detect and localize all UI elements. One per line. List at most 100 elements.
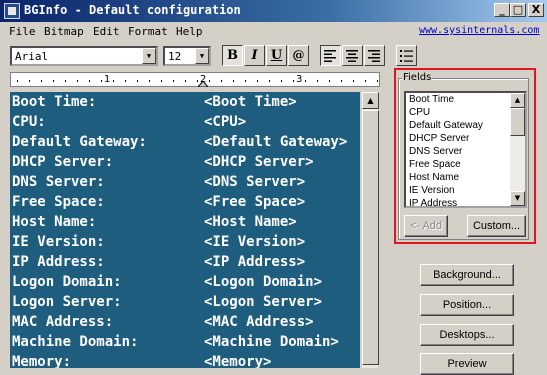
ruler-tick <box>233 80 234 82</box>
scroll-up-arrow-icon[interactable]: ▲ <box>510 93 525 108</box>
fields-list-item[interactable]: DHCP Server <box>409 133 469 146</box>
editor-scrollbar[interactable]: ▲ <box>361 92 379 368</box>
info-field-token: <Default Gateway> <box>204 134 348 150</box>
ruler-tick <box>353 80 354 82</box>
align-left-button[interactable] <box>320 45 341 66</box>
bullet-list-icon <box>400 50 413 62</box>
underline-button[interactable]: U <box>266 45 287 66</box>
ruler-tick <box>161 80 162 82</box>
ruler-tick <box>101 80 102 82</box>
info-label: Default Gateway: <box>12 134 147 150</box>
bold-button[interactable]: B <box>222 45 243 66</box>
ruler-tick <box>365 80 366 82</box>
preview-button[interactable]: Preview <box>420 353 514 375</box>
ruler-tick <box>281 80 282 82</box>
italic-button[interactable]: I <box>244 45 265 66</box>
info-label: IP Address: <box>12 254 105 270</box>
ruler-tick <box>77 80 78 82</box>
ruler-tick <box>341 80 342 82</box>
info-field-token: <DHCP Server> <box>204 154 314 170</box>
info-field-token: <Machine Domain> <box>204 334 339 350</box>
title-bar[interactable]: BGInfo - Default configuration _ □ X <box>0 0 547 22</box>
background-button[interactable]: Background... <box>420 264 514 286</box>
font-size-combo[interactable]: 12 ▼ <box>163 46 211 66</box>
add-field-button[interactable]: <- Add <box>404 215 448 237</box>
maximize-button[interactable]: □ <box>510 3 526 17</box>
fields-list-item[interactable]: Default Gateway <box>409 120 483 133</box>
info-field-token: <IP Address> <box>204 254 306 270</box>
info-field-token: <IE Version> <box>204 234 306 250</box>
menu-file[interactable]: File <box>9 25 36 38</box>
ruler-tick <box>209 80 210 82</box>
sysinternals-link[interactable]: www.sysinternals.com <box>419 25 539 36</box>
ruler-tick <box>41 80 42 82</box>
menu-edit[interactable]: Edit <box>93 25 120 38</box>
info-field-token: <Logon Server> <box>204 294 323 310</box>
window-title: BGInfo - Default configuration <box>24 3 241 17</box>
info-editor[interactable]: Boot Time: <Boot Time> CPU: <CPU> Default Ga… <box>10 92 360 368</box>
menu-help[interactable]: Help <box>176 25 203 38</box>
ruler-tick <box>197 80 198 82</box>
custom-field-button[interactable]: Custom... <box>467 215 526 237</box>
bginfo-window: BGInfo - Default configuration _ □ X Fil… <box>0 0 547 375</box>
close-button[interactable]: X <box>528 3 544 17</box>
fields-scrollbar[interactable]: ▲ ▼ <box>510 93 525 206</box>
info-label: Free Space: <box>12 194 105 210</box>
ruler-tick <box>305 80 306 82</box>
tab-stop-icon[interactable] <box>198 81 208 87</box>
info-label: CPU: <box>12 114 46 130</box>
ruler-mark: 1 <box>104 74 111 85</box>
menu-bitmap[interactable]: Bitmap <box>44 25 84 38</box>
fields-list-item[interactable]: DNS Server <box>409 146 462 159</box>
fields-list[interactable]: Boot Time CPU Default Gateway DHCP Server DN… <box>404 91 527 208</box>
position-button[interactable]: Position... <box>420 294 514 316</box>
bullet-list-button[interactable] <box>396 45 417 66</box>
info-field-token: <Boot Time> <box>204 94 297 110</box>
scroll-down-arrow-icon[interactable]: ▼ <box>510 191 525 206</box>
font-color-button[interactable]: @ <box>288 45 309 66</box>
font-name-value: Arial <box>15 50 49 63</box>
align-center-button[interactable] <box>342 45 363 66</box>
ruler-tick <box>329 80 330 82</box>
fields-list-item[interactable]: Boot Time <box>409 94 454 107</box>
fields-list-item[interactable]: IP Address <box>409 198 457 206</box>
info-field-token: <CPU> <box>204 114 247 130</box>
info-label: Host Name: <box>12 214 97 230</box>
fields-scroll-thumb[interactable] <box>510 108 525 136</box>
info-label: Boot Time: <box>12 94 97 110</box>
ruler-tick <box>89 80 90 82</box>
align-left-icon <box>324 50 336 62</box>
ruler-tick <box>293 80 294 82</box>
info-label: DHCP Server: <box>12 154 114 170</box>
info-label: IE Version: <box>12 234 105 250</box>
ruler-tick <box>173 80 174 82</box>
app-icon <box>4 3 20 19</box>
scroll-thumb[interactable] <box>362 110 379 365</box>
ruler-tick <box>245 80 246 82</box>
font-size-value: 12 <box>168 50 182 63</box>
info-field-token: <Memory> <box>204 354 272 368</box>
format-toolbar: Arial ▼ 12 ▼ B I U @ <box>0 42 547 68</box>
fields-list-item[interactable]: CPU <box>409 107 430 120</box>
chevron-down-icon[interactable]: ▼ <box>195 48 209 64</box>
ruler-tick <box>377 80 378 82</box>
info-label: Logon Domain: <box>12 274 122 290</box>
ruler-tick <box>29 80 30 82</box>
fields-list-item[interactable]: Host Name <box>409 172 459 185</box>
menu-format[interactable]: Format <box>128 25 168 38</box>
fields-list-item[interactable]: Free Space <box>409 159 461 172</box>
desktops-button[interactable]: Desktops... <box>420 324 514 346</box>
font-name-combo[interactable]: Arial ▼ <box>10 46 158 66</box>
minimize-button[interactable]: _ <box>494 3 510 17</box>
ruler-tick <box>269 80 270 82</box>
ruler-tick <box>221 80 222 82</box>
chevron-down-icon[interactable]: ▼ <box>142 48 156 64</box>
align-center-icon <box>346 50 358 62</box>
align-right-button[interactable] <box>364 45 385 66</box>
info-label: DNS Server: <box>12 174 105 190</box>
ruler-tick <box>149 80 150 82</box>
fields-list-item[interactable]: IE Version <box>409 185 455 198</box>
info-label: Memory: <box>12 354 72 368</box>
scroll-up-arrow-icon[interactable]: ▲ <box>362 92 379 109</box>
align-right-icon <box>368 50 380 62</box>
